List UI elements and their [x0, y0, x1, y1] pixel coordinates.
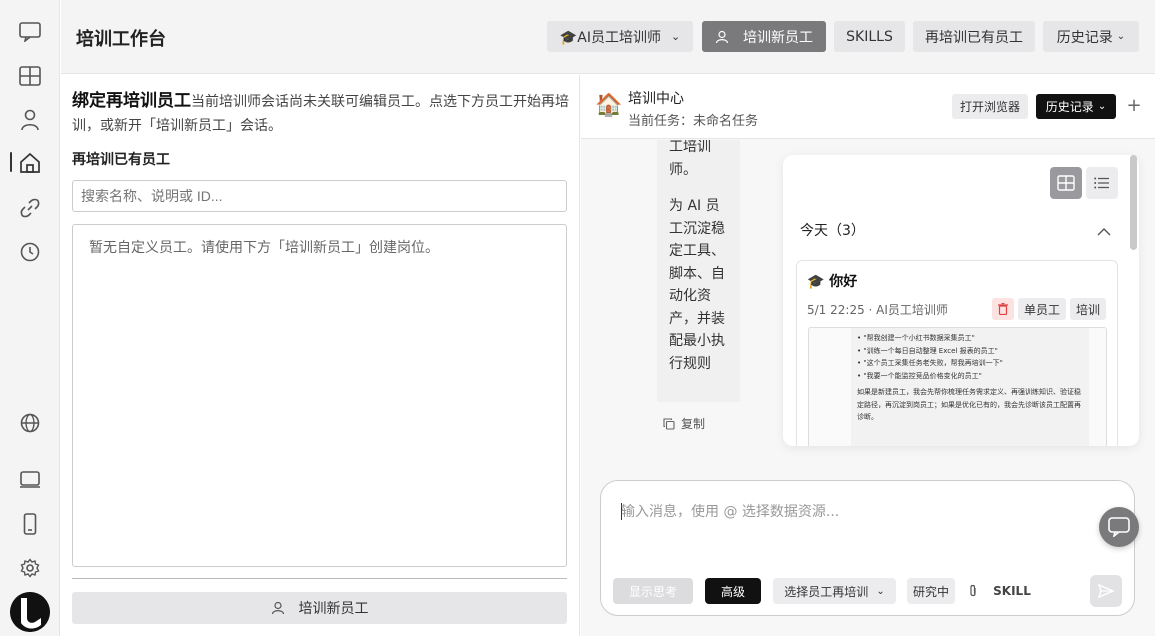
history-panel: 今天（3） 🎓 你好 5/1 22:25 · AI员工培训师 单员工 培训 • … — [783, 155, 1139, 446]
advanced-button[interactable]: 高级 — [705, 578, 761, 604]
new-employee-label: 培训新员工 — [743, 29, 813, 46]
history-card[interactable]: 🎓 你好 5/1 22:25 · AI员工培训师 单员工 培训 • "帮我创建一… — [796, 260, 1118, 446]
card-preview: • "帮我创建一个小红书数据采集员工" • "训练一个每日自动整理 Excel … — [808, 327, 1107, 446]
training-center: 🏠 培训中心 当前任务：未命名任务 打开浏览器 历史记录 ⌄ + 工培训师。 为 … — [581, 75, 1155, 636]
copy-button[interactable]: 复制 — [663, 415, 705, 432]
message-input[interactable]: 输入消息，使用 @ 选择数据资源... 显示思考 高级 选择员工再培训 ⌄ 研究中… — [600, 480, 1135, 616]
select-employee-dropdown[interactable]: 选择员工再培训 ⌄ — [773, 578, 896, 604]
research-button[interactable]: 研究中 — [907, 578, 955, 604]
preview-line: • "这个员工采集任务老失败，帮我再培训一下" — [857, 359, 1003, 367]
plus-icon[interactable]: + — [1124, 95, 1144, 116]
list-icon — [1094, 177, 1109, 189]
gear-icon[interactable] — [18, 556, 42, 580]
current-task: 当前任务：未命名任务 — [628, 114, 759, 129]
bind-title: 绑定再培训员工 — [72, 91, 191, 111]
copy-label: 复制 — [681, 417, 706, 431]
grid-view-button[interactable] — [1050, 167, 1082, 199]
preview-line: • "我要一个能监控竞品价格变化的员工" — [857, 371, 982, 380]
mobile-icon[interactable] — [18, 512, 42, 536]
list-view-button[interactable] — [1086, 167, 1118, 199]
divider — [72, 578, 567, 579]
new-employee-button[interactable]: 培训新员工 — [72, 592, 567, 624]
chevron-down-icon: ⌄ — [1097, 101, 1107, 112]
preview-paragraph: 如果是新建员工，我会先帮你梳理任务需求定义、再强训练知识、验证稳定路径，再沉淀到… — [857, 388, 1081, 421]
active-indicator — [10, 152, 12, 172]
send-icon — [1098, 584, 1114, 598]
clock-icon[interactable] — [18, 240, 42, 264]
history-label: 历史记录 — [1056, 29, 1113, 46]
card-meta: 5/1 22:25 · AI员工培训师 — [807, 303, 948, 317]
bind-header: 绑定再培训员工当前培训师会话尚未关联可编辑员工。点选下方员工开始再培训，或新开「… — [72, 89, 572, 138]
chat-bubble-icon — [1108, 517, 1130, 537]
message-bubble: 工培训师。 为 AI 员工沉淀稳定工具、脚本、自动化资产，并装配最小执行规则 — [657, 140, 740, 402]
message-text-top: 工培训师。 — [669, 140, 711, 178]
card-title: 🎓 你好 — [807, 274, 858, 290]
input-placeholder: 输入消息，使用 @ 选择数据资源... — [621, 504, 840, 520]
chevron-up-icon[interactable] — [1097, 221, 1111, 240]
send-button[interactable] — [1090, 575, 1122, 607]
user-icon — [271, 601, 284, 615]
trainer-select[interactable]: 🎓AI员工培训师 ⌄ — [547, 21, 693, 52]
link-icon[interactable] — [18, 196, 42, 220]
preview-line: • "帮我创建一个小红书数据采集员工" — [857, 334, 975, 342]
skill-button[interactable]: SKILL — [991, 578, 1033, 604]
chevron-down-icon: ⌄ — [670, 30, 681, 43]
tablet-icon[interactable] — [18, 468, 42, 492]
chat-bubble-icon[interactable] — [18, 20, 42, 44]
preview-line: • "训练一个每日自动整理 Excel 报表的员工" — [857, 346, 998, 355]
chat-fab[interactable] — [1099, 507, 1139, 547]
preview-content: • "帮我创建一个小红书数据采集员工" • "训练一个每日自动整理 Excel … — [851, 328, 1089, 446]
page-title: 培训工作台 — [76, 29, 166, 50]
history-select[interactable]: 历史记录 ⌄ — [1043, 21, 1139, 52]
grid-icon — [1057, 175, 1075, 191]
retrain-panel: 绑定再培训员工当前培训师会话尚未关联可编辑员工。点选下方员工开始再培训，或新开「… — [61, 75, 580, 636]
section-label: 再培训已有员工 — [72, 152, 170, 168]
empty-text: 暂无自定义员工。请使用下方「培训新员工」创建岗位。 — [89, 240, 439, 256]
trash-icon — [998, 303, 1008, 315]
delete-button[interactable] — [992, 298, 1014, 320]
select-employee-label: 选择员工再培训 — [784, 584, 869, 599]
avatar[interactable] — [10, 592, 50, 632]
trainer-select-label: 🎓AI员工培训师 — [559, 29, 661, 46]
today-section-label: 今天（3） — [800, 223, 865, 239]
skills-tab[interactable]: SKILLS — [834, 21, 905, 52]
globe-icon[interactable] — [18, 411, 42, 435]
search-input[interactable] — [72, 180, 567, 212]
user-icon[interactable] — [18, 108, 42, 132]
retrain-tab[interactable]: 再培训已有员工 — [913, 21, 1035, 52]
paperclip-icon[interactable] — [963, 578, 983, 604]
history-button[interactable]: 历史记录 ⌄ — [1036, 94, 1116, 119]
grid-icon[interactable] — [18, 64, 42, 88]
employee-list: 暂无自定义员工。请使用下方「培训新员工」创建岗位。 — [72, 224, 567, 567]
tag-single-employee: 单员工 — [1018, 298, 1066, 320]
top-bar: 培训工作台 🎓AI员工培训师 ⌄ 培训新员工 SKILLS 再培训已有员工 历史记… — [61, 0, 1155, 74]
training-header: 🏠 培训中心 当前任务：未命名任务 打开浏览器 历史记录 ⌄ + — [581, 75, 1155, 139]
chevron-down-icon: ⌄ — [876, 585, 885, 597]
home-icon[interactable] — [18, 151, 42, 175]
show-thinking-button[interactable]: 显示思考 — [613, 578, 693, 604]
user-icon — [715, 30, 729, 43]
history-button-label: 历史记录 — [1045, 100, 1094, 114]
open-browser-button[interactable]: 打开浏览器 — [952, 94, 1028, 119]
scrollbar[interactable] — [1130, 155, 1137, 250]
copy-icon — [663, 417, 675, 430]
chevron-down-icon: ⌄ — [1116, 31, 1126, 42]
new-employee-tab[interactable]: 培训新员工 — [702, 21, 826, 52]
new-employee-button-label: 培训新员工 — [298, 601, 369, 617]
tag-training: 培训 — [1070, 298, 1106, 320]
house-icon: 🏠 — [595, 93, 623, 118]
training-title: 培训中心 — [628, 91, 684, 107]
message-text: 为 AI 员工沉淀稳定工具、脚本、自动化资产，并装配最小执行规则 — [669, 198, 725, 372]
side-rail — [0, 0, 60, 636]
